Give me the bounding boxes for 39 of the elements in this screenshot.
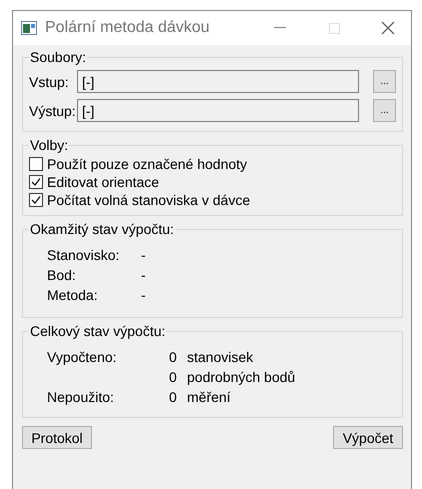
count-value: 0 xyxy=(169,389,178,405)
window-title: Polární metoda dávkou xyxy=(45,19,211,37)
count-unit: podrobných bodů xyxy=(187,369,296,385)
browse-button[interactable]: ... xyxy=(373,99,396,122)
group-title: Okamžitý stav výpočtu: xyxy=(29,221,175,237)
check-icon xyxy=(30,176,42,188)
action-button[interactable]: Výpočet xyxy=(333,426,403,449)
count-value: 0 xyxy=(169,349,178,365)
status-label: Stanovisko: xyxy=(47,247,120,263)
count-value: 0 xyxy=(169,369,178,385)
count-unit: stanovisek xyxy=(187,349,254,365)
field-label: Výstup: xyxy=(29,102,73,118)
checkbox[interactable] xyxy=(29,175,43,189)
status-value: - xyxy=(141,247,146,263)
status-label: Metoda: xyxy=(47,287,99,303)
status-value: - xyxy=(141,267,146,283)
action-button[interactable]: Protokol xyxy=(22,426,92,449)
checkbox[interactable] xyxy=(29,193,43,207)
checkbox-label: Počítat volná stanoviska v dávce xyxy=(47,192,250,208)
group-title: Celkový stav výpočtu: xyxy=(29,323,166,339)
count-unit: měření xyxy=(187,389,231,405)
minimize-icon xyxy=(274,27,286,29)
status-label: Nepoužito: xyxy=(47,389,114,405)
checkbox[interactable] xyxy=(29,157,43,171)
close-icon xyxy=(381,21,395,35)
status-label: Bod: xyxy=(47,267,77,283)
group-title: Soubory: xyxy=(29,49,88,65)
path-field[interactable]: [-] xyxy=(77,99,359,122)
path-field[interactable]: [-] xyxy=(77,70,359,93)
status-label: Vypočteno: xyxy=(47,349,117,365)
browse-button[interactable]: ... xyxy=(373,70,396,93)
checkbox-label: Použít pouze označené hodnoty xyxy=(47,156,248,172)
app-icon xyxy=(21,21,37,35)
group-title: Volby: xyxy=(29,137,70,153)
check-icon xyxy=(30,194,42,206)
maximize-icon xyxy=(328,22,340,34)
checkbox-label: Editovat orientace xyxy=(47,174,160,190)
field-label: Vstup: xyxy=(29,74,70,90)
status-value: - xyxy=(141,287,146,303)
